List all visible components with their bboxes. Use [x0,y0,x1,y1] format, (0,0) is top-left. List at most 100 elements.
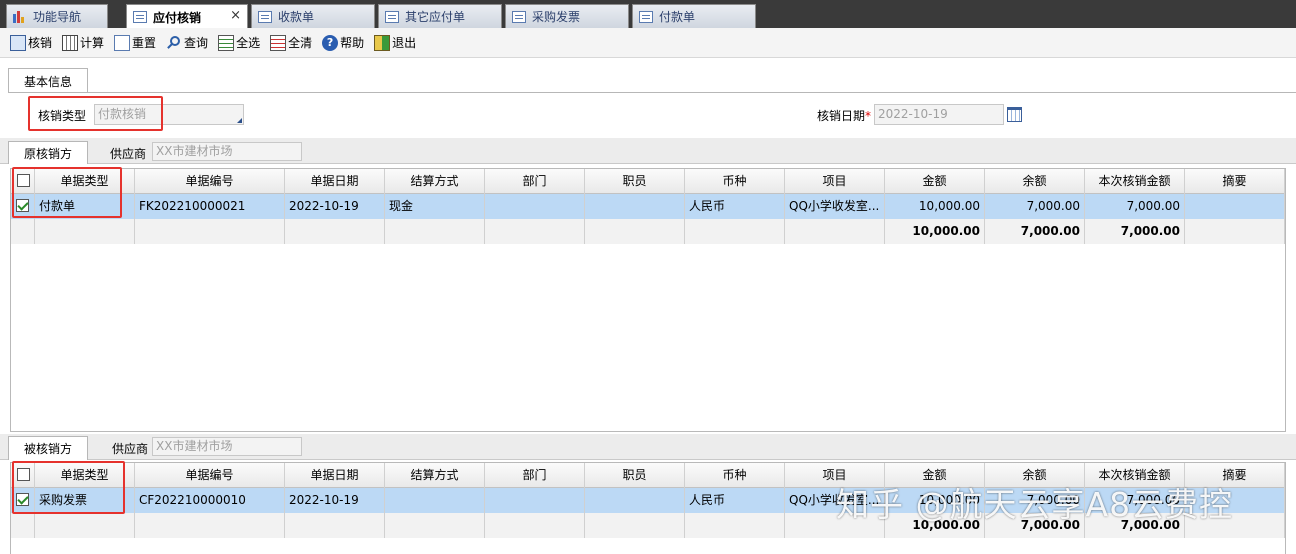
cell-memo [1185,219,1285,244]
column-header-department[interactable]: 部门 [485,463,585,488]
tab-payment[interactable]: 付款单 [632,4,756,28]
cell-amount: 10,000.00 [885,194,985,219]
button-label: 计算 [80,36,105,50]
column-header-settle-method[interactable]: 结算方式 [385,463,485,488]
cell-doc-no: FK202210000021 [135,194,285,219]
cell-currency: 人民币 [685,488,785,513]
supplier-field[interactable]: XX市建材市场 [152,437,302,456]
cell-memo [1185,194,1285,219]
cell-project: QQ小学收发室... [785,194,885,219]
writeoff-button[interactable]: 核销 [10,32,52,54]
tab-receipt[interactable]: 收款单 [251,4,375,28]
cell-staff [585,513,685,538]
tab-other-payable[interactable]: 其它应付单 [378,4,502,28]
cell-doc-date [285,219,385,244]
column-header-doc-no[interactable]: 单据编号 [135,463,285,488]
help-button[interactable]: ? 帮助 [322,32,364,54]
exit-button[interactable]: 退出 [374,32,416,54]
tab-label: 应付核销 [153,10,202,25]
column-header-amount[interactable]: 金额 [885,169,985,194]
column-header-project[interactable]: 项目 [785,169,885,194]
cell-doc-date [285,513,385,538]
cell-project [785,219,885,244]
document-icon [133,11,147,23]
cell-doc-date: 2022-10-19 [285,194,385,219]
tab-strip: 功能导航 应付核销 × 收款单 其它应付单 采购发票 付款单 [0,0,1296,29]
tab-ap-writeoff[interactable]: 应付核销 × [126,4,248,29]
bar-chart-icon [13,10,27,23]
column-header-staff[interactable]: 职员 [585,463,685,488]
tab-source-party[interactable]: 原核销方 [8,141,88,164]
column-header-currency[interactable]: 币种 [685,169,785,194]
close-icon[interactable]: × [230,8,241,23]
query-button[interactable]: 查询 [166,32,208,54]
tab-target-party[interactable]: 被核销方 [8,436,88,460]
tab-label: 原核销方 [23,146,72,161]
watermark-text: 知乎 @航天云享A8云费控 [836,485,1234,524]
highlight-box [12,461,125,514]
reset-icon [114,34,131,51]
tab-purchase-invoice[interactable]: 采购发票 [505,4,629,28]
button-label: 全清 [288,36,313,50]
column-header-settle-method[interactable]: 结算方式 [385,169,485,194]
column-header-doc-date[interactable]: 单据日期 [285,169,385,194]
calculate-button[interactable]: 计算 [62,32,104,54]
column-header-department[interactable]: 部门 [485,169,585,194]
writeoff-date-field[interactable]: 2022-10-19 [874,104,1004,125]
clear-all-icon [270,34,287,51]
cell-settle-method [385,488,485,513]
highlight-box [12,167,122,218]
cell-department [485,488,585,513]
exit-icon [374,34,391,51]
cell-doc-no [135,513,285,538]
cell-doc-type [35,513,135,538]
app-window: 功能导航 应付核销 × 收款单 其它应付单 采购发票 付款单 核销 计算 重置 … [0,0,1296,554]
tab-function-nav[interactable]: 功能导航 [6,4,108,28]
reset-button[interactable]: 重置 [114,32,156,54]
button-label: 重置 [132,36,157,50]
column-header-this-writeoff[interactable]: 本次核销金额 [1085,169,1185,194]
column-header-balance[interactable]: 余额 [985,169,1085,194]
tab-label: 被核销方 [23,442,72,456]
table-row[interactable]: 付款单 FK202210000021 2022-10-19 现金 人民币 QQ小学收发室.… [11,194,1285,219]
calendar-icon[interactable] [1007,107,1022,122]
column-header-currency[interactable]: 币种 [685,463,785,488]
button-label: 核销 [28,36,53,50]
dropdown-corner-icon [237,118,242,123]
cell-this-writeoff: 7,000.00 [1085,219,1185,244]
clear-all-button[interactable]: 全清 [270,32,312,54]
tab-basic-info[interactable]: 基本信息 [8,68,88,93]
tab-label: 其它应付单 [405,10,466,24]
cell-select [11,219,35,244]
cell-settle-method: 现金 [385,194,485,219]
help-icon: ? [322,34,339,51]
document-icon [512,10,526,23]
select-all-button[interactable]: 全选 [218,32,260,54]
cell-this-writeoff: 7,000.00 [1085,194,1185,219]
tab-label: 付款单 [659,10,696,24]
column-header-memo[interactable]: 摘要 [1185,169,1285,194]
cell-settle-method [385,513,485,538]
supplier-label: 供应商 [112,442,149,456]
column-header-staff[interactable]: 职员 [585,169,685,194]
cell-amount: 10,000.00 [885,219,985,244]
cell-staff [585,219,685,244]
document-icon [639,10,653,23]
column-header-doc-no[interactable]: 单据编号 [135,169,285,194]
button-label: 帮助 [340,36,365,50]
column-header-doc-date[interactable]: 单据日期 [285,463,385,488]
supplier-field[interactable]: XX市建材市场 [152,142,302,161]
cell-currency [685,219,785,244]
cell-doc-no: CF202210000010 [135,488,285,513]
supplier-value: XX市建材市场 [156,439,233,453]
toolbar: 核销 计算 重置 查询 全选 全清 ? 帮助 退出 [0,28,1296,58]
cell-balance: 7,000.00 [985,194,1085,219]
grid-header: 单据类型 单据编号 单据日期 结算方式 部门 职员 币种 项目 金额 余额 本次核销金额 摘要 [11,169,1285,194]
cell-staff [585,488,685,513]
highlight-box [28,96,163,131]
document-icon [258,10,272,23]
button-label: 全选 [236,36,261,50]
cell-settle-method [385,219,485,244]
tab-label: 收款单 [278,10,315,24]
tab-label: 采购发票 [532,10,581,24]
